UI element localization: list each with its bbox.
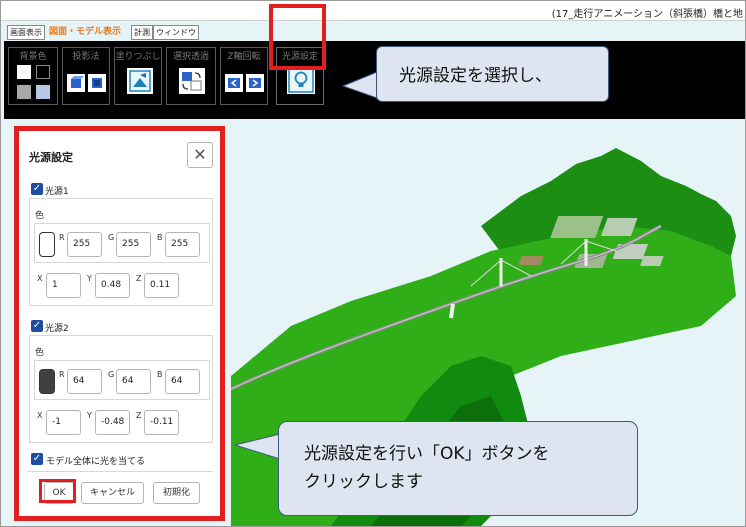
light2-color-label: 色 bbox=[35, 348, 45, 358]
perspective-cube-icon bbox=[71, 76, 84, 88]
rotate-left-button[interactable] bbox=[225, 74, 243, 92]
light2-y-input[interactable]: -0.48 bbox=[95, 410, 130, 435]
light1-label: 光源1 bbox=[45, 187, 69, 197]
callout-text: 光源設定を選択し、 bbox=[399, 66, 552, 86]
light2-x-input[interactable]: -1 bbox=[46, 410, 81, 435]
bg-gray-swatch[interactable] bbox=[17, 85, 31, 99]
light1-y-input[interactable]: 0.48 bbox=[95, 273, 130, 298]
selection-transparency-icon bbox=[182, 72, 202, 91]
fill-button[interactable] bbox=[127, 68, 153, 94]
g-label: G bbox=[108, 370, 115, 379]
light2-b-input[interactable]: 64 bbox=[165, 369, 200, 394]
rotate-right-button[interactable] bbox=[246, 74, 264, 92]
r-label: R bbox=[59, 370, 65, 379]
x-label: X bbox=[37, 274, 43, 283]
dialog-title: 光源設定 bbox=[29, 151, 73, 164]
orthographic-cube-icon bbox=[92, 78, 102, 88]
rotate-left-icon bbox=[228, 78, 240, 88]
tab-measure[interactable]: 計測 bbox=[131, 25, 153, 40]
close-button[interactable]: ✕ bbox=[187, 142, 213, 168]
light2-color-swatch[interactable] bbox=[39, 369, 55, 394]
callout-pointer bbox=[234, 433, 281, 460]
light2-label: 光源2 bbox=[45, 324, 69, 334]
light1-panel: 色 R 255 G 255 B 255 X 1 Y 0.48 Z 0.11 bbox=[29, 198, 213, 306]
group-selection-transparency: 選択透過 bbox=[166, 47, 216, 105]
callout-pointer bbox=[341, 71, 378, 99]
instruction-callout-top: 光源設定を選択し、 bbox=[376, 46, 609, 102]
light1-color-row: R 255 G 255 B 255 bbox=[34, 223, 210, 263]
light2-z-input[interactable]: -0.11 bbox=[144, 410, 179, 435]
light2-g-input[interactable]: 64 bbox=[116, 369, 151, 394]
light1-r-input[interactable]: 255 bbox=[67, 232, 102, 257]
b-label: B bbox=[157, 370, 163, 379]
light2-panel: 色 R 64 G 64 B 64 X -1 Y -0.48 Z -0.11 bbox=[29, 335, 213, 443]
group-z-axis-rotate: Z軸回転 bbox=[220, 47, 268, 105]
orthographic-button[interactable] bbox=[88, 74, 106, 92]
bg-white-swatch[interactable] bbox=[17, 65, 31, 79]
apply-all-checkbox[interactable]: ✓ bbox=[31, 453, 43, 465]
r-label: R bbox=[59, 233, 65, 242]
light1-g-input[interactable]: 255 bbox=[116, 232, 151, 257]
z-label: Z bbox=[136, 411, 142, 420]
tab-screen-display[interactable]: 画面表示 bbox=[7, 25, 45, 40]
light2-checkbox[interactable]: ✓ bbox=[31, 320, 43, 332]
app-window: (17_走行アニメーション（斜張橋）橋と地 画面表示 図面・モデル表示 計測 ウ… bbox=[0, 0, 746, 527]
reset-button[interactable]: 初期化 bbox=[153, 482, 200, 504]
light1-z-input[interactable]: 0.11 bbox=[144, 273, 179, 298]
tab-window[interactable]: ウィンドウ bbox=[153, 25, 199, 40]
y-label: Y bbox=[87, 411, 92, 420]
window-title: (17_走行アニメーション（斜張橋）橋と地 bbox=[551, 9, 743, 20]
group-label: 投影法 bbox=[72, 52, 100, 62]
selection-transparency-button[interactable] bbox=[179, 68, 205, 94]
x-label: X bbox=[37, 411, 43, 420]
group-label: 塗りつぶし bbox=[115, 52, 161, 62]
group-projection: 投影法 bbox=[62, 47, 110, 105]
bg-black-swatch[interactable] bbox=[36, 65, 50, 79]
ok-button-highlight bbox=[39, 479, 76, 503]
close-icon: ✕ bbox=[193, 145, 207, 164]
group-label: Z軸回転 bbox=[227, 52, 261, 62]
y-label: Y bbox=[87, 274, 92, 283]
light1-x-input[interactable]: 1 bbox=[46, 273, 81, 298]
light-bulb-icon bbox=[288, 67, 314, 93]
group-background-color: 背景色 bbox=[8, 47, 58, 105]
light2-color-row: R 64 G 64 B 64 bbox=[34, 360, 210, 400]
g-label: G bbox=[108, 233, 115, 242]
light1-checkbox[interactable]: ✓ bbox=[31, 183, 43, 195]
light2-r-input[interactable]: 64 bbox=[67, 369, 102, 394]
tab-drawing-model-display[interactable]: 図面・モデル表示 bbox=[47, 26, 123, 41]
group-fill: 塗りつぶし bbox=[114, 47, 162, 105]
instruction-callout-bottom: 光源設定を行い「OK」ボタンを クリックします bbox=[278, 421, 638, 516]
cancel-button[interactable]: キャンセル bbox=[81, 482, 144, 504]
light-setting-dialog: 光源設定 ✕ ✓ 光源1 色 R 255 G 255 B 255 X 1 Y 0… bbox=[19, 131, 220, 516]
light1-color-swatch[interactable] bbox=[39, 232, 55, 257]
light1-b-input[interactable]: 255 bbox=[165, 232, 200, 257]
rotate-right-icon bbox=[249, 78, 261, 88]
fill-icon bbox=[129, 70, 151, 92]
group-label: 選択透過 bbox=[172, 52, 209, 62]
divider bbox=[27, 471, 213, 472]
bg-blue-swatch[interactable] bbox=[36, 85, 50, 99]
b-label: B bbox=[157, 233, 163, 242]
apply-all-label: モデル全体に光を当てる bbox=[46, 457, 146, 467]
title-bar: (17_走行アニメーション（斜張橋）橋と地 bbox=[1, 1, 745, 21]
z-label: Z bbox=[136, 274, 142, 283]
callout-text-line1: 光源設定を行い「OK」ボタンを bbox=[304, 444, 550, 464]
perspective-button[interactable] bbox=[67, 74, 85, 92]
light-setting-highlight bbox=[269, 4, 326, 70]
light1-color-label: 色 bbox=[35, 211, 45, 221]
light-setting-button[interactable] bbox=[287, 66, 315, 94]
group-label: 背景色 bbox=[19, 52, 47, 62]
callout-text-line2: クリックします bbox=[304, 472, 423, 492]
